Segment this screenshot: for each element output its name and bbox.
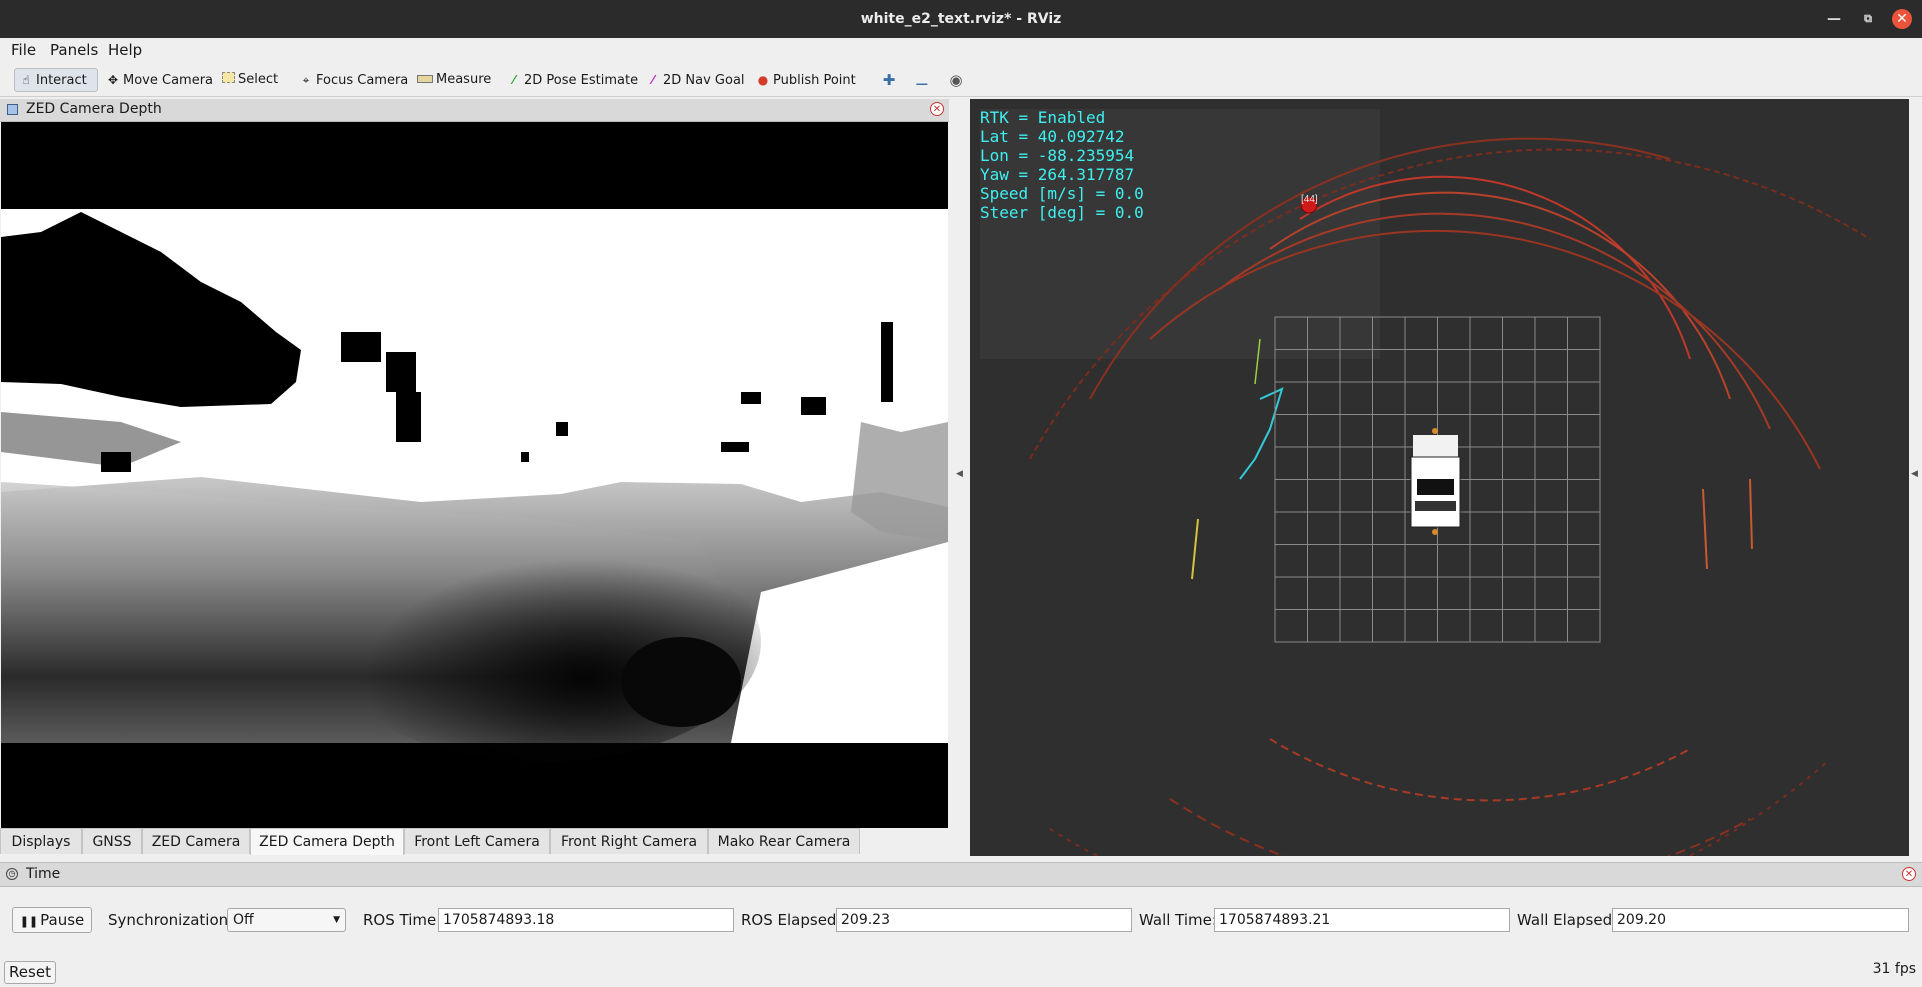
tool-2d-pose-estimate[interactable]: ⁄ 2D Pose Estimate	[503, 68, 644, 92]
depth-panel: ZED Camera Depth ✕	[0, 99, 949, 829]
ros-time-field[interactable]: 1705874893.18	[438, 908, 734, 932]
window-titlebar: white_e2_text.rviz* - RViz — ⧉ ✕	[0, 0, 1922, 38]
vehicle-model	[1410, 428, 1461, 535]
tool-select[interactable]: Select	[218, 68, 284, 92]
depth-panel-header: ZED Camera Depth ✕	[0, 99, 949, 122]
marker-label: [44]	[1301, 194, 1318, 205]
wall-elapsed-field[interactable]: 209.20	[1612, 908, 1909, 932]
clock-icon: ◷	[6, 868, 18, 880]
hud-line-yaw: Yaw = 264.317787	[980, 165, 1135, 184]
crosshair-icon: ⌖	[302, 73, 310, 87]
fps-readout: 31 fps	[1872, 961, 1916, 977]
chevron-down-icon: ▼	[333, 915, 340, 925]
maximize-icon[interactable]: ⧉	[1858, 9, 1878, 29]
pause-button[interactable]: ❚❚ Pause	[12, 907, 92, 933]
sync-select[interactable]: Off ▼	[227, 908, 346, 932]
tool-interact[interactable]: ☝ Interact	[14, 68, 98, 92]
menu-file[interactable]: File	[11, 41, 36, 59]
tab-front-right-camera[interactable]: Front Right Camera	[550, 828, 708, 854]
tool-move-camera[interactable]: ✥ Move Camera	[102, 68, 219, 92]
time-panel-title: Time	[26, 866, 61, 882]
tool-focus-camera[interactable]: ⌖ Focus Camera	[295, 68, 414, 92]
tool-publish-point[interactable]: ● Publish Point	[752, 68, 862, 92]
collapse-right-icon[interactable]: ◀	[1911, 469, 1918, 479]
wall-time-label: Wall Time:	[1139, 911, 1217, 929]
hud-line-lon: Lon = -88.235954	[980, 146, 1135, 165]
right-splitter[interactable]: ◀	[1909, 99, 1922, 856]
ros-elapsed-field[interactable]: 209.23	[836, 908, 1132, 932]
panel-close-icon[interactable]: ✕	[930, 102, 944, 116]
ros-time-label: ROS Time:	[363, 911, 442, 929]
menu-help[interactable]: Help	[108, 41, 142, 59]
tab-gnss[interactable]: GNSS	[82, 828, 142, 854]
toolbar: ☝ Interact ✥ Move Camera Select ⌖ Focus Cam…	[0, 64, 1922, 97]
wall-elapsed-label: Wall Elapsed:	[1517, 911, 1618, 929]
depth-panel-title: ZED Camera Depth	[26, 101, 162, 117]
pause-icon: ❚❚	[19, 915, 39, 928]
remove-tool-icon[interactable]: ⚊	[911, 69, 933, 91]
move-arrows-icon: ✥	[107, 73, 119, 87]
panel-splitter[interactable]: ◀	[950, 99, 970, 856]
green-arrow-icon: ⁄	[512, 73, 515, 87]
tool-measure[interactable]: Measure	[413, 68, 497, 92]
sync-label: Synchronization:	[108, 911, 234, 929]
ros-elapsed-label: ROS Elapsed:	[741, 911, 842, 929]
add-tool-icon[interactable]: ✚	[878, 69, 900, 91]
tab-zed-camera[interactable]: ZED Camera	[142, 828, 250, 854]
reset-button[interactable]: Reset	[4, 961, 56, 984]
map-pin-icon: ●	[757, 73, 769, 87]
minimize-icon[interactable]: —	[1824, 9, 1844, 29]
menubar: File Panels Help	[0, 38, 1922, 64]
display-tabs: Displays GNSS ZED Camera ZED Camera Dept…	[0, 828, 949, 855]
time-panel-header: ◷ Time ✕	[0, 862, 1922, 887]
image-panel-icon	[7, 104, 18, 115]
hud-line-lat: Lat = 40.092742	[980, 127, 1125, 146]
gnss-overlay-text: RTK = Enabled Lat = 40.092742 Lon = -88.…	[980, 108, 1144, 222]
time-controls: ❚❚ Pause Synchronization: Off ▼ ROS Time:…	[0, 886, 1922, 954]
hand-pointer-icon: ☝	[22, 73, 30, 87]
eye-icon[interactable]: ◉	[945, 69, 967, 91]
depth-image-graphic	[1, 122, 948, 828]
wall-time-field[interactable]: 1705874893.21	[1214, 908, 1510, 932]
hud-line-speed: Speed [m/s] = 0.0	[980, 184, 1144, 203]
hud-line-rtk: RTK = Enabled	[980, 108, 1106, 127]
ruler-icon	[417, 75, 433, 83]
window-title: white_e2_text.rviz* - RViz	[860, 11, 1062, 27]
close-icon[interactable]: ✕	[1892, 9, 1912, 29]
depth-image	[1, 122, 948, 828]
menu-panels[interactable]: Panels	[50, 41, 98, 59]
tab-displays[interactable]: Displays	[0, 828, 82, 854]
tab-zed-camera-depth[interactable]: ZED Camera Depth	[250, 828, 404, 855]
hud-line-steer: Steer [deg] = 0.0	[980, 203, 1144, 222]
time-panel-close-icon[interactable]: ✕	[1902, 867, 1916, 881]
magenta-arrow-icon: ⁄	[651, 73, 654, 87]
select-box-icon	[222, 72, 235, 83]
tool-2d-nav-goal[interactable]: ⁄ 2D Nav Goal	[642, 68, 751, 92]
tab-front-left-camera[interactable]: Front Left Camera	[404, 828, 550, 854]
collapse-left-icon[interactable]: ◀	[956, 469, 963, 479]
tab-mako-rear-camera[interactable]: Mako Rear Camera	[708, 828, 860, 854]
